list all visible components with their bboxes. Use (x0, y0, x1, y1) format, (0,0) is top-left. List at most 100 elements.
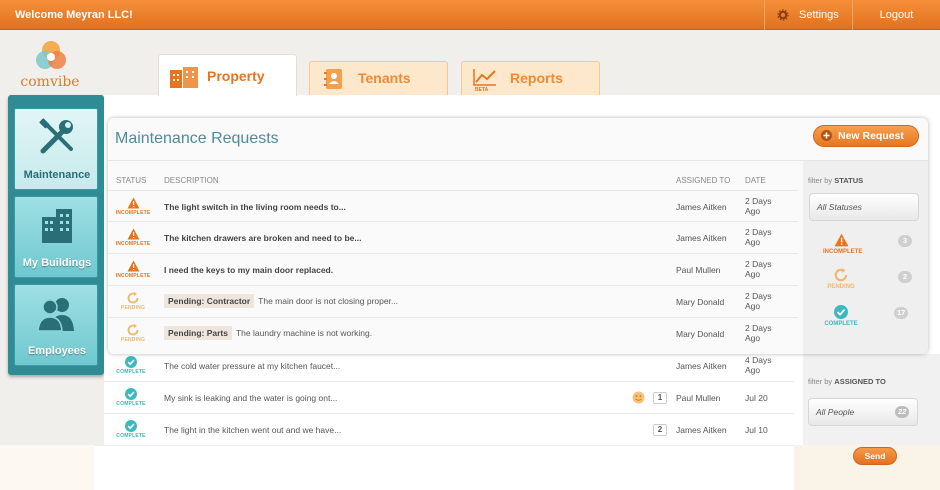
tab-label: Property (207, 68, 265, 84)
column-header-status[interactable]: STATUS (116, 176, 146, 185)
new-request-label: New Request (838, 130, 904, 142)
tab-tenants[interactable]: Tenants (309, 61, 448, 95)
row-description: The cold water pressure at my kitchen fa… (164, 361, 341, 371)
send-button[interactable]: Send (853, 447, 897, 465)
sidebar-item-my-buildings[interactable]: My Buildings (14, 196, 98, 278)
sidebar-item-label: My Buildings (22, 257, 92, 269)
table-row[interactable]: INCOMPLETE The light switch in the livin… (108, 190, 798, 222)
filter-count: 3 (898, 235, 912, 247)
filter-item-label: INCOMPLETE (823, 249, 863, 255)
filter-assigned-label: filter by ASSIGNED TO (808, 377, 886, 386)
refresh-icon (127, 324, 138, 336)
table-row[interactable]: INCOMPLETE I need the keys to my main do… (108, 254, 798, 286)
compose-area[interactable] (94, 445, 794, 490)
filter-count: 22 (895, 406, 910, 418)
pending-tag: Pending: Parts (164, 326, 232, 340)
bottom-left-area (0, 445, 94, 490)
row-description: My sink is leaking and the water is goin… (164, 393, 338, 403)
pending-tag: Pending: Contractor (164, 294, 255, 308)
filter-item-label: COMPLETE (824, 321, 858, 327)
row-assigned: James Aitken (676, 361, 727, 371)
warning-icon (834, 233, 848, 247)
table-row[interactable]: COMPLETE The cold water pressure at my k… (104, 350, 794, 382)
row-date: Jul 20 (745, 393, 768, 403)
row-assigned: James Aitken (676, 233, 727, 243)
status-incomplete: INCOMPLETE (115, 228, 151, 247)
refresh-icon (127, 292, 138, 304)
sidebar-item-employees[interactable]: Employees (14, 284, 98, 366)
logout-button[interactable]: Logout (852, 0, 940, 30)
table-row[interactable]: PENDING Pending: Contractor The main door… (108, 286, 798, 318)
row-description: Pending: Parts The laundry machine is not… (164, 326, 372, 340)
filter-item-label: PENDING (827, 284, 855, 290)
building-icon (170, 67, 198, 88)
row-date: 2 Days Ago (745, 259, 772, 279)
warning-icon (127, 260, 139, 272)
check-icon (125, 388, 137, 400)
filter-complete[interactable]: COMPLETE (823, 305, 859, 327)
filter-status-label: filter by STATUS (808, 176, 863, 185)
row-date: 2 Days Ago (745, 196, 772, 216)
filter-all-people-label: All People (816, 407, 855, 417)
filter-all-statuses[interactable]: All Statuses (809, 193, 919, 221)
row-assigned: Mary Donald (676, 329, 725, 339)
status-label: INCOMPLETE (115, 210, 151, 216)
warning-icon (127, 228, 139, 240)
sidebar: Maintenance My Buildings Employees (8, 95, 104, 375)
table-row[interactable]: PENDING Pending: Parts The laundry machin… (108, 318, 798, 350)
settings-label: Settings (799, 9, 839, 21)
row-date: 2 Days Ago (745, 227, 772, 247)
check-icon (834, 305, 848, 319)
gear-icon (777, 9, 789, 21)
row-assigned: James Aitken (676, 425, 727, 435)
table-row[interactable]: COMPLETE My sink is leaking and the wate… (104, 382, 794, 414)
comment-count: 1 (653, 392, 667, 404)
status-incomplete: INCOMPLETE (115, 260, 151, 279)
refresh-icon (834, 268, 847, 282)
status-label: COMPLETE (116, 433, 146, 439)
sidebar-item-maintenance[interactable]: Maintenance (14, 108, 98, 190)
status-incomplete: INCOMPLETE (115, 197, 151, 216)
row-description-text: The laundry machine is not working. (235, 328, 373, 338)
filter-name: ASSIGNED TO (834, 377, 886, 386)
sidebar-item-label: Maintenance (23, 169, 91, 181)
status-complete: COMPLETE (113, 420, 149, 439)
logo[interactable]: comvibe (18, 40, 82, 92)
smiley-icon (632, 391, 645, 404)
filter-name: STATUS (834, 176, 864, 185)
line-chart-icon (473, 69, 496, 86)
comment-count: 2 (653, 424, 667, 436)
table-row[interactable]: COMPLETE The light in the kitchen went o… (104, 414, 794, 446)
tab-property[interactable]: Property (158, 54, 297, 96)
column-header-date[interactable]: DATE (745, 176, 766, 185)
row-assigned: James Aitken (676, 202, 727, 212)
table-row[interactable]: INCOMPLETE The kitchen drawers are broke… (108, 222, 798, 254)
status-label: PENDING (120, 305, 146, 311)
settings-button[interactable]: Settings (764, 0, 852, 30)
logo-mark-icon (36, 41, 66, 69)
sidebar-item-label: Employees (27, 345, 87, 357)
filter-count: 2 (898, 271, 912, 283)
top-bar: Welcome Meyran LLC! Settings Logout (0, 0, 940, 30)
row-description-text: The kitchen drawers are broken and need … (164, 233, 362, 243)
logo-text: comvibe (20, 74, 80, 90)
status-label: PENDING (120, 337, 146, 343)
row-description: The light in the kitchen went out and we… (164, 425, 342, 435)
row-date: 2 Days Ago (745, 291, 772, 311)
row-date: 2 Days Ago (745, 323, 772, 343)
warning-icon (127, 197, 139, 209)
filter-incomplete[interactable]: INCOMPLETE (823, 233, 863, 255)
new-request-button[interactable]: New Request (813, 125, 919, 147)
row-assigned: Mary Donald (676, 297, 725, 307)
tab-reports[interactable]: BETA Reports (461, 61, 600, 95)
column-header-description[interactable]: DESCRIPTION (164, 176, 219, 185)
row-description-text: The light switch in the living room need… (164, 202, 346, 212)
status-pending: PENDING (115, 324, 151, 343)
filter-all-people[interactable]: All People 22 (808, 398, 918, 426)
column-header-assigned[interactable]: ASSIGNED TO (676, 176, 730, 185)
send-bar: Send (794, 445, 940, 490)
filter-count: 17 (894, 307, 909, 319)
filter-pending[interactable]: PENDING (823, 268, 859, 290)
row-description: The kitchen drawers are broken and need … (164, 233, 361, 243)
check-icon (125, 420, 137, 432)
